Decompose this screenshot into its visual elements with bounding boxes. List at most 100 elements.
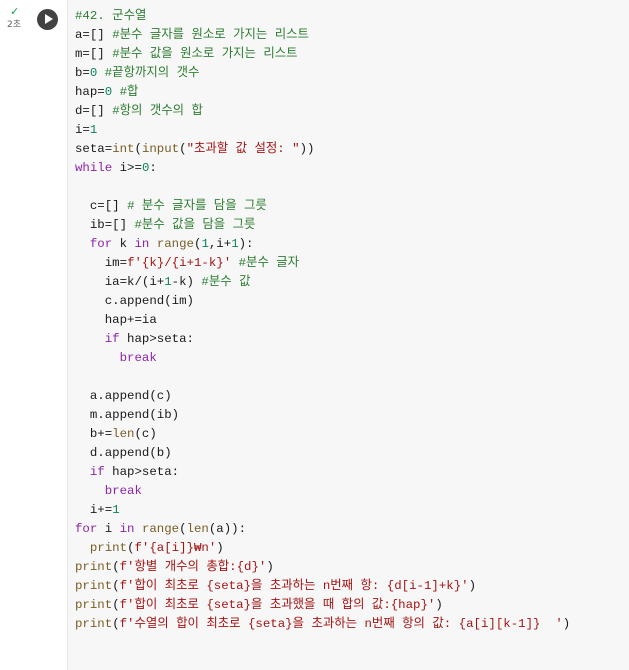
code-editor[interactable]: #42. 군수열 a=[] #분수 글자를 원소로 가지는 리스트 m=[] #분수… [67,0,629,670]
code-line: while i>=0: [75,159,570,178]
code-token: in [119,522,135,536]
code-token: k [112,237,135,251]
code-token: ib=[] [75,218,135,232]
code-line: c.append(im) [75,292,570,311]
code-token: 1 [201,237,209,251]
code-token: print [75,598,113,612]
code-line: if hap>seta: [75,463,570,482]
code-token: i [97,522,120,536]
code-token: i>= [112,161,142,175]
code-token: ) [266,560,274,574]
code-line: for k in range(1,i+1): [75,235,570,254]
code-token: m=[] [75,47,113,61]
code-token: int [112,142,135,156]
code-line: print(f'합이 최초로 {seta}을 초과하는 n번째 항: {d[i-… [75,577,570,596]
code-token: break [119,351,157,365]
code-token: ( [127,541,135,555]
code-token: #분수 글자 [238,256,300,270]
code-token: #끝항까지의 갯수 [104,66,200,80]
code-token: # 분수 글자를 담을 그릇 [127,199,267,213]
code-token: im= [75,256,128,270]
code-token: (a)): [208,522,247,536]
code-token: #분수 값 [201,275,251,289]
code-token: print [75,617,113,631]
code-token: )) [299,142,315,156]
code-token: range [141,522,180,536]
code-text: #42. 군수열 a=[] #분수 글자를 원소로 가지는 리스트 m=[] #분수… [75,7,570,634]
code-token: ) [435,598,443,612]
code-token: for [75,522,98,536]
code-token: hap>seta: [119,332,194,346]
code-token: b= [75,66,90,80]
code-line: m=[] #분수 값을 원소로 가지는 리스트 [75,45,570,64]
code-token: hap+=ia [75,313,157,327]
code-line: break [75,349,570,368]
code-line: b+=len(c) [75,425,570,444]
code-token: ( [112,617,120,631]
code-token: #분수 값을 담을 그릇 [134,218,256,232]
code-line: ib=[] #분수 값을 담을 그릇 [75,216,570,235]
code-token: hap>seta: [104,465,180,479]
code-line: m.append(ib) [75,406,570,425]
code-token: ia=k/(i+ [75,275,165,289]
code-token: #분수 값을 원소로 가지는 리스트 [112,47,298,61]
code-token: input [141,142,180,156]
cell-gutter: ✓ 2초 [0,0,28,670]
code-token: f'{a[i]}₩n' [134,541,217,555]
code-token: #합 [119,85,139,99]
code-token: hap= [75,85,105,99]
code-token: ( [112,579,120,593]
code-token: seta= [75,142,113,156]
code-token: a.append(c) [75,389,172,403]
code-line: print(f'항별 개수의 총합:{d}') [75,558,570,577]
code-token: "초과할 값 설정: " [186,142,300,156]
code-token: if [104,332,120,346]
code-line: b=0 #끝항까지의 갯수 [75,64,570,83]
code-token: b+= [75,427,113,441]
code-token: if [89,465,105,479]
code-line: i+=1 [75,501,570,520]
code-token: i+= [75,503,113,517]
code-token: f'{k}/{i+1-k}' [127,256,232,270]
code-token: ): [238,237,254,251]
code-token: f'항별 개수의 총합:{d}' [119,560,267,574]
code-token: ( [179,142,187,156]
code-token: ( [179,522,187,536]
code-token: f'수열의 합이 최초로 {seta}을 초과하는 n번째 항의 값: {a[i… [119,617,563,631]
code-line: c=[] # 분수 글자를 담을 그릇 [75,197,570,216]
code-line: if hap>seta: [75,330,570,349]
code-token: 1 [231,237,239,251]
code-line: seta=int(input("초과할 값 설정: ")) [75,140,570,159]
code-token: c=[] [75,199,128,213]
code-line: #42. 군수열 [75,7,570,26]
code-token: while [75,161,113,175]
code-line: hap+=ia [75,311,570,330]
code-token: #42. 군수열 [75,9,147,23]
code-token: c.append(im) [75,294,194,308]
code-token: ) [468,579,477,593]
code-token: 1 [164,275,172,289]
code-token: ) [562,617,571,631]
code-token: 1 [112,503,120,517]
code-token: d=[] [75,104,113,118]
code-token: m.append(ib) [75,408,180,422]
code-line: print(f'{a[i]}₩n') [75,539,570,558]
code-line: ia=k/(i+1-k) #분수 값 [75,273,570,292]
code-token: a=[] [75,28,113,42]
code-token: ( [134,142,142,156]
code-line: i=1 [75,121,570,140]
run-cell-button[interactable] [37,9,58,30]
code-line: hap=0 #합 [75,83,570,102]
code-line: for i in range(len(a)): [75,520,570,539]
code-line: im=f'{k}/{i+1-k}' #분수 글자 [75,254,570,273]
